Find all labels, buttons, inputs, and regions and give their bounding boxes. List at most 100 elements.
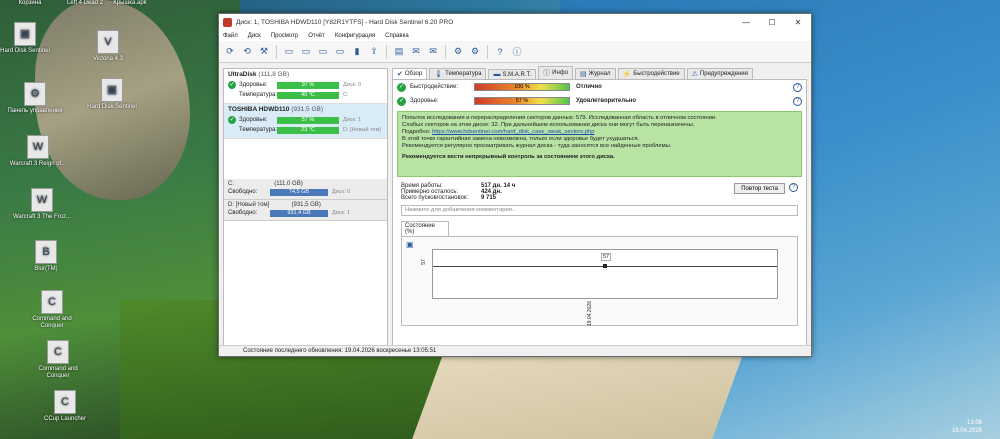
disk-item-ultradisk[interactable]: UltraDisk (111,8 GB) ✓ Здоровье: 97 % Диск:… [224, 69, 387, 104]
disk-name: TOSHIBA HDWD110 (931,5 GB) [228, 106, 383, 113]
tools-icon[interactable]: ⚒ [257, 45, 271, 59]
partition-free-row: Свободно: 74,5 GB Диск: 0 [228, 187, 383, 197]
partition-size: (111,0 GB) [274, 181, 303, 187]
disk-name: UltraDisk (111,8 GB) [228, 71, 383, 78]
chip-icon[interactable]: ▮ [350, 45, 364, 59]
partition-disk: Диск: 1 [332, 210, 351, 216]
desktop-icon-ccup[interactable]: C CCup Launcher [35, 390, 95, 423]
comment-input[interactable]: Нажмите для добавления комментария... [401, 205, 798, 216]
help-icon[interactable]: ? [793, 82, 802, 92]
desktop-icon-label: Command and Conquer [38, 366, 78, 379]
free-label: Свободно: [228, 210, 258, 216]
tab-log[interactable]: ▤ Журнал [575, 68, 616, 79]
help-icon[interactable]: ? [493, 45, 507, 59]
performance-label: Быстродействие: [410, 84, 459, 90]
warning-icon: ⚠ [691, 71, 698, 78]
disk-size: (931,5 GB) [291, 106, 324, 113]
partition-size: (931,5 GB) [291, 202, 321, 208]
desktop-icon-victoria[interactable]: V Victoria 4.3 [78, 30, 138, 63]
free-bar: 74,5 GB [270, 188, 328, 196]
disk4-icon[interactable]: ▭ [333, 45, 347, 59]
desktop-label-recycle[interactable]: Корзина [0, 0, 60, 8]
partition-item-d[interactable]: D: [Новый том] (931,5 GB) Свободно: 931,4 … [224, 200, 387, 221]
desktop-icon-cnc1[interactable]: C Command and Conquer [22, 290, 82, 330]
details-link[interactable]: https://www.hdsentinel.com/hard_disk_cas… [432, 129, 594, 135]
window-title: Диск: 1, TOSHIBA HDWD110 [Y82R1YTFS] - H… [236, 18, 454, 26]
blur-icon: B [35, 240, 57, 264]
tab-info[interactable]: ⓘ Инфо [538, 66, 574, 79]
save-icon[interactable]: ▣ [406, 240, 414, 249]
clock-date: 19.04.2026 [951, 428, 982, 434]
tab-temperature[interactable]: 🌡 Температура [429, 68, 487, 79]
check-icon: ✔ [397, 71, 403, 78]
graph-plot-area: 57 [432, 249, 778, 299]
disk-model: UltraDisk [228, 71, 257, 78]
menu-disk[interactable]: Диск [248, 33, 261, 39]
menu-bar: Файл Диск Просмотр Отчёт Конфигурация Сп… [219, 30, 811, 41]
partition-letter: C: [228, 181, 234, 187]
disk2-icon[interactable]: ▭ [299, 45, 313, 59]
desktop-icon-blur[interactable]: B Blur(TM) [16, 240, 76, 273]
warcraft-icon: W [31, 188, 53, 212]
disk-size: (111,8 GB) [258, 71, 290, 78]
details-panel: ✔ Обзор 🌡 Температура ▬ S.M.A.R.T. ⓘ Инфо ▤ Ж… [392, 66, 807, 348]
partition-letter: D: [Новый том] [228, 202, 270, 208]
desktop-icon-control-panel[interactable]: ⚙ Панель управления [5, 82, 65, 115]
tab-label: Инфо [552, 70, 569, 76]
desktop-icon-hds2[interactable]: ▣ Hard Disk Sentinel [82, 78, 142, 111]
temp-label: Температура: [239, 127, 278, 133]
repeat-test-button[interactable]: Повтор теста [734, 183, 785, 194]
disk-temp-row: Температура: 40 °C C: [228, 90, 383, 100]
tab-alerts[interactable]: ⚠ Предупреждения [686, 68, 753, 79]
hds-window: Диск: 1, TOSHIBA HDWD110 [Y82R1YTFS] - H… [218, 13, 812, 357]
info-icon: ⓘ [543, 70, 551, 77]
disk-item-toshiba[interactable]: TOSHIBA HDWD110 (931,5 GB) ✓ Здоровье: 57 … [224, 104, 387, 139]
menu-report[interactable]: Отчёт [308, 33, 325, 39]
desktop-icon-warcraft2[interactable]: W Warcraft 3 The Froz... [12, 188, 72, 221]
mail-icon[interactable]: ✉ [409, 45, 423, 59]
maximize-button[interactable]: ☐ [759, 18, 785, 27]
close-button[interactable]: ✕ [785, 18, 811, 27]
check-icon: ✓ [397, 96, 406, 106]
menu-view[interactable]: Просмотр [271, 33, 298, 39]
disk3-icon[interactable]: ▭ [316, 45, 330, 59]
disk-icon[interactable]: ▭ [282, 45, 296, 59]
graph-tab-health[interactable]: Состояние (%) [401, 221, 449, 236]
desktop-icon-warcraft1[interactable]: W Warcraft 3 Reign of... [8, 135, 68, 168]
tab-performance[interactable]: ⚡ Быстродействие [617, 68, 685, 79]
info-icon[interactable]: ⓘ [510, 45, 524, 59]
warcraft-icon: W [27, 135, 49, 159]
message-recommendation: Рекомендуется вести непрерывный контроль… [402, 154, 615, 160]
window-titlebar[interactable]: Диск: 1, TOSHIBA HDWD110 [Y82R1YTFS] - H… [219, 14, 811, 30]
thermometer-icon: 🌡 [434, 71, 444, 78]
menu-config[interactable]: Конфигурация [335, 33, 375, 39]
settings-icon[interactable]: ⚙ [468, 45, 482, 59]
desktop-label-apk[interactable]: Крышка.apk [100, 0, 160, 7]
minimize-button[interactable]: — [733, 18, 759, 27]
gear-icon[interactable]: ⚙ [451, 45, 465, 59]
health-message: Попыток исследования и перераспределения… [397, 111, 802, 177]
cnc-icon: C [47, 340, 69, 364]
help-icon[interactable]: ? [793, 96, 802, 106]
menu-file[interactable]: Файл [223, 33, 238, 39]
help-icon[interactable]: ? [789, 183, 798, 192]
report-icon[interactable]: ▤ [392, 45, 406, 59]
toolbar-separator [487, 44, 488, 59]
tab-label: Быстродействие [633, 71, 680, 77]
desktop-icon-hds[interactable]: ▣ Hard Disk Sentinel [0, 22, 55, 55]
tab-overview[interactable]: ✔ Обзор [392, 68, 428, 79]
desktop-icon-cnc2[interactable]: C Command and Conquer [28, 340, 88, 380]
partition-item-c[interactable]: C: (111,0 GB) Свободно: 74,5 GB Диск: 0 [224, 179, 387, 200]
menu-help[interactable]: Справка [385, 33, 409, 39]
tab-label: Предупреждения [699, 71, 748, 77]
refresh-icon[interactable]: ⟳ [223, 45, 237, 59]
disk-temp-row: Температура: 23 °C D: [Новый том] [228, 125, 383, 135]
refresh-all-icon[interactable]: ⟲ [240, 45, 254, 59]
mail2-icon[interactable]: ✉ [426, 45, 440, 59]
taskbar-clock[interactable]: 13:06 19.04.2026 [952, 419, 982, 435]
toolbar: ⟳ ⟲ ⚒ ▭ ▭ ▭ ▭ ▮ ⇪ ▤ ✉ ✉ ⚙ ⚙ ? ⓘ [219, 41, 811, 63]
usb-icon[interactable]: ⇪ [367, 45, 381, 59]
tab-smart[interactable]: ▬ S.M.A.R.T. [488, 69, 537, 79]
check-icon: ✓ [228, 116, 236, 124]
